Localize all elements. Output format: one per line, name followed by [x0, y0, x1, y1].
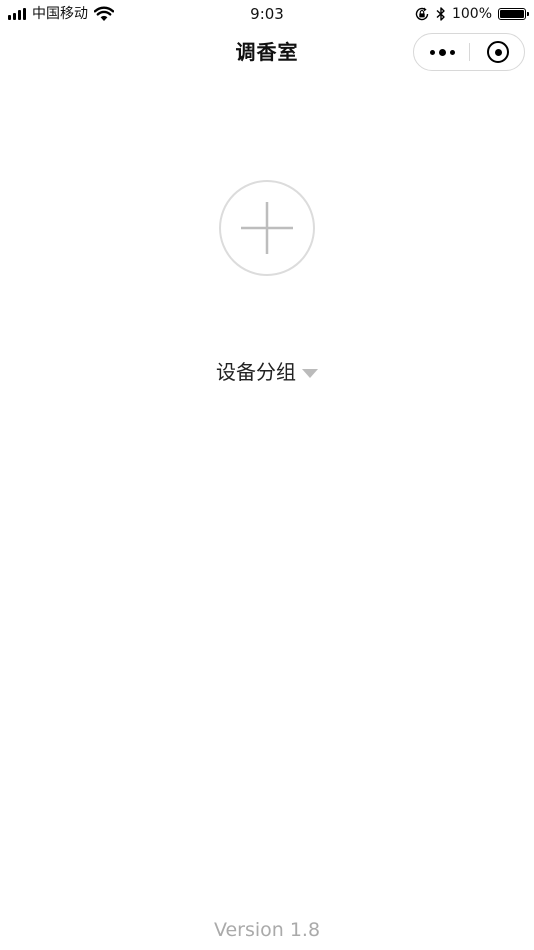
device-group-dropdown[interactable]: 设备分组: [0, 357, 534, 387]
miniprogram-capsule: [413, 33, 525, 71]
more-button[interactable]: [414, 34, 470, 70]
battery-icon: [498, 8, 529, 20]
more-dot: [438, 48, 446, 56]
close-ring-icon: [487, 41, 509, 63]
version-label: Version 1.8: [213, 919, 321, 941]
plus-icon: [241, 202, 293, 254]
battery-percent: 100%: [451, 6, 492, 22]
bluetooth-icon: [436, 7, 445, 21]
add-device-button[interactable]: [219, 180, 315, 276]
rotation-lock-icon: [415, 7, 429, 21]
close-dot: [494, 48, 502, 56]
status-bar: 中国移动 9:03 100%: [0, 0, 534, 28]
status-right: 100%: [414, 4, 529, 24]
more-dot: [429, 49, 435, 55]
more-dot: [449, 49, 455, 55]
battery-fill: [500, 10, 524, 18]
caret-down-icon: [302, 368, 318, 378]
close-button[interactable]: [470, 34, 526, 70]
device-group-label: 设备分组: [216, 360, 296, 384]
